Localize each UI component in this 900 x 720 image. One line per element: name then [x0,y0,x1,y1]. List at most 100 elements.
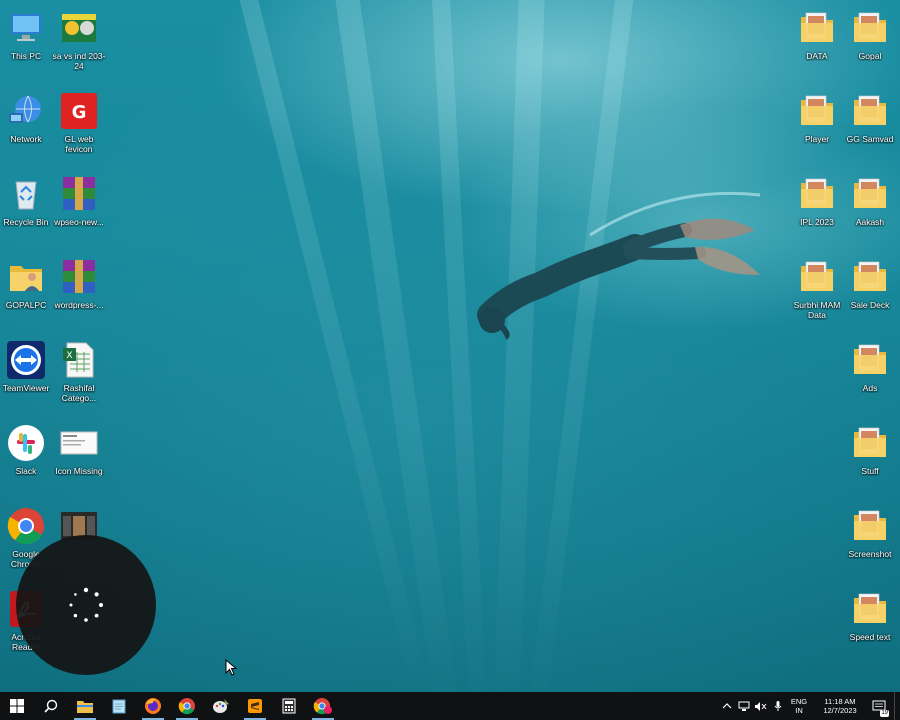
taskbar-paint-button[interactable] [204,692,238,720]
desktop-icon[interactable]: G GL web fevicon [51,85,107,163]
language-region: IN [795,706,803,715]
desktop-icon-label: Rashifal Catego... [61,383,97,403]
desktop-icon-label: DATA [806,51,828,61]
taskbar-chrome-button[interactable] [170,692,204,720]
folder-icon [850,340,890,380]
desktop-icon-label: Aakash [855,217,885,227]
desktop-icon-label: wordpress-... [54,300,104,310]
desktop-icon[interactable]: TeamViewer [0,334,54,412]
folder-icon [797,174,837,214]
computer-icon [6,8,46,48]
svg-text:X: X [66,351,72,361]
folder-icon [850,423,890,463]
desktop-icon-label: GG Samvad [846,134,894,144]
desktop-icon[interactable]: Surbhi MAM Data [789,251,845,329]
folder-icon [850,257,890,297]
desktop-icon-label: Gopal [858,51,882,61]
loading-spinner-overlay [16,535,156,675]
desktop-icon-label: Slack [15,466,37,476]
desktop-icon-label: Screenshot [848,549,892,559]
screenshot-file-icon [59,423,99,463]
search-icon [44,699,58,713]
desktop-icon-label: Network [10,134,42,144]
system-tray: ENG IN 11:18 AM 12/7/2023 19 [718,692,900,720]
folder-icon [850,8,890,48]
tray-network-icon[interactable] [735,692,752,720]
tray-microphone-icon[interactable] [769,692,786,720]
svg-text:G: G [72,102,87,123]
desktop-icon[interactable]: Player [789,85,845,163]
sublime-text-icon [247,698,263,714]
desktop-icon-label: GL web fevicon [64,134,94,154]
recycle-bin-icon [6,174,46,214]
light-ray [527,0,638,692]
file-explorer-icon [76,698,94,714]
loading-spinner-icon [69,587,103,622]
desktop-icon[interactable]: Screenshot [842,500,898,578]
taskbar-chrome-profile-button[interactable] [306,692,340,720]
desktop-icon-label: sa vs ind 203-24 [52,51,106,71]
desktop-icon[interactable]: GOPALPC [0,251,54,329]
desktop-icon[interactable]: Network [0,85,54,163]
tray-volume-muted-icon[interactable] [752,692,769,720]
chrome-icon [178,697,196,715]
desktop-icon[interactable]: wpseo-new... [51,168,107,246]
light-ray [493,0,546,692]
desktop-icon[interactable]: Speed text [842,583,898,661]
desktop-icon[interactable]: Recycle Bin [0,168,54,246]
favicon-icon: G [59,91,99,131]
diver-illustration [477,191,761,340]
desktop-icon[interactable]: Stuff [842,417,898,495]
desktop-icon-label: Sale Deck [850,300,890,310]
desktop-icon[interactable]: sa vs ind 203-24 [51,2,107,80]
taskbar-notepad-button[interactable] [102,692,136,720]
desktop-icon[interactable]: X Rashifal Catego... [51,334,107,412]
desktop-icon[interactable]: IPL 2023 [789,168,845,246]
desktop-icon[interactable]: Icon Missing [51,417,107,495]
desktop-icon-label: IPL 2023 [800,217,834,227]
taskbar-calculator-button[interactable] [272,692,306,720]
desktop-icon[interactable]: GG Samvad [842,85,898,163]
folder-icon [797,91,837,131]
paint-icon [212,697,230,715]
teamviewer-icon [6,340,46,380]
show-desktop-button[interactable] [894,692,900,720]
calculator-icon [282,698,296,714]
desktop-icon[interactable]: Ads [842,334,898,412]
winrar-archive-icon [59,257,99,297]
slack-icon [6,423,46,463]
taskbar-file-explorer-button[interactable] [68,692,102,720]
desktop-icon[interactable]: wordpress-... [51,251,107,329]
desktop-icon-label: Icon Missing [55,466,103,476]
desktop-icon[interactable]: Aakash [842,168,898,246]
tray-clock[interactable]: 11:18 AM 12/7/2023 [816,697,864,715]
windows-start-icon [10,699,24,713]
taskbar: ENG IN 11:18 AM 12/7/2023 19 [0,692,900,720]
desktop-icon[interactable]: DATA [789,2,845,80]
network-icon [6,91,46,131]
chrome-icon [6,506,46,546]
notification-center-icon[interactable]: 19 [868,692,890,720]
user-folder-icon [6,257,46,297]
desktop-icon-label: Speed text [849,632,891,642]
desktop-icon-label: Surbhi MAM Data [793,300,841,320]
desktop-icon-label: Recycle Bin [3,217,49,227]
tray-language-indicator[interactable]: ENG IN [786,697,812,715]
taskbar-firefox-button[interactable] [136,692,170,720]
desktop-icon[interactable]: Slack [0,417,54,495]
desktop-icon[interactable]: Sale Deck [842,251,898,329]
taskbar-search-button[interactable] [34,692,68,720]
folder-icon [850,174,890,214]
winrar-archive-icon [59,174,99,214]
desktop-icon-label: Stuff [861,466,879,476]
folder-icon [850,589,890,629]
taskbar-sublime-text-button[interactable] [238,692,272,720]
tray-chevron-up-icon[interactable] [718,692,735,720]
desktop-icon[interactable]: This PC [0,2,54,80]
desktop-icon-label: wpseo-new... [54,217,104,227]
folder-icon [850,506,890,546]
taskbar-start-button[interactable] [0,692,34,720]
image-file-icon [59,8,99,48]
desktop-icon[interactable]: Gopal [842,2,898,80]
folder-icon [797,8,837,48]
